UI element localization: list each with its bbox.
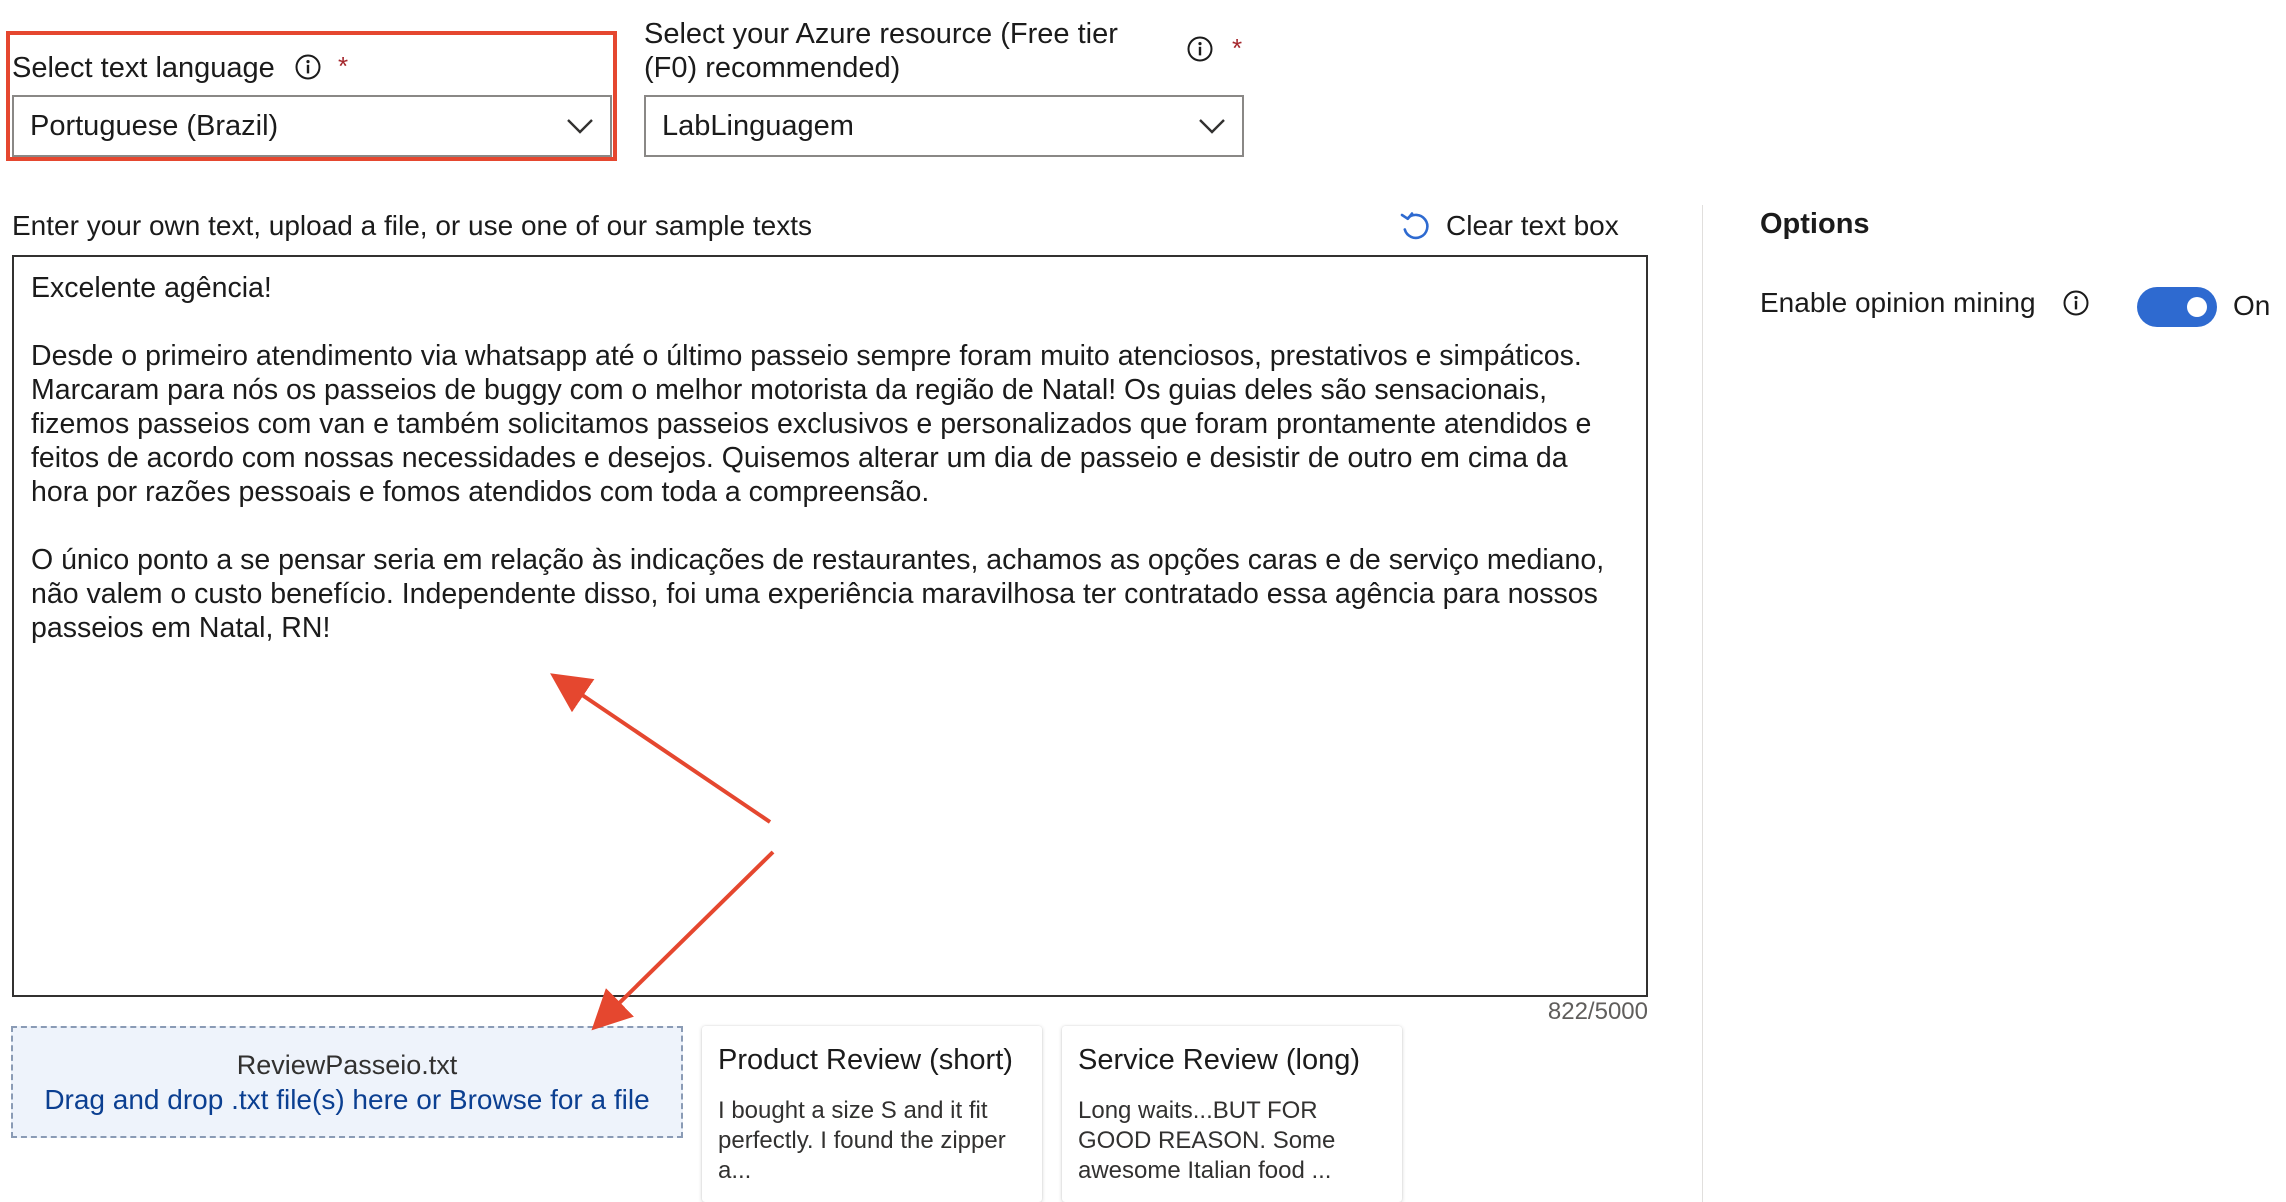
sample-card-preview: I bought a size S and it fit perfectly. …: [718, 1097, 1006, 1184]
resource-select[interactable]: LabLinguagem: [644, 95, 1244, 157]
chevron-down-icon: [567, 119, 593, 134]
opinion-mining-toggle[interactable]: [2137, 287, 2217, 327]
input-section-label: Enter your own text, upload a file, or u…: [12, 210, 812, 241]
language-studio-page: Select text language * Portuguese (Brazi…: [0, 0, 2286, 1202]
sample-card-service-review[interactable]: Service Review (long) Long waits...BUT F…: [1062, 1026, 1402, 1202]
resource-select-value: LabLinguagem: [662, 109, 854, 142]
panel-divider: [1702, 205, 1703, 1202]
clear-text-button[interactable]: Clear text box: [1398, 206, 1619, 246]
sample-card-title: Product Review (short): [718, 1044, 1013, 1076]
uploaded-file-name: ReviewPasseio.txt: [236, 1050, 458, 1080]
info-icon[interactable]: [1187, 36, 1213, 62]
opinion-mining-state: On: [2233, 290, 2271, 321]
language-field-label: Select text language: [12, 52, 275, 84]
language-select[interactable]: Portuguese (Brazil): [12, 95, 612, 157]
language-select-value: Portuguese (Brazil): [30, 109, 279, 142]
text-input-area[interactable]: Excelente agência! Desde o primeiro aten…: [12, 255, 1648, 997]
options-title: Options: [1760, 208, 1870, 240]
chevron-down-icon: [1199, 119, 1225, 134]
info-icon[interactable]: [295, 54, 321, 80]
sample-card-title: Service Review (long): [1078, 1044, 1361, 1076]
character-count: 822/5000: [1547, 998, 1648, 1025]
toggle-knob: [2187, 297, 2207, 317]
opinion-mining-label: Enable opinion mining: [1760, 287, 2036, 318]
resource-field-label-line1: Select your Azure resource (Free tier: [644, 18, 1118, 50]
sample-card-product-review[interactable]: Product Review (short) I bought a size S…: [702, 1026, 1042, 1202]
info-icon[interactable]: [2063, 290, 2089, 316]
sample-card-preview: Long waits...BUT FOR GOOD REASON. Some a…: [1078, 1097, 1336, 1184]
resource-field-label-line2: (F0) recommended): [644, 52, 901, 84]
browse-file-link[interactable]: Drag and drop .txt file(s) here or Brows…: [13, 1084, 681, 1116]
file-dropzone[interactable]: ReviewPasseio.txt Drag and drop .txt fil…: [11, 1026, 683, 1138]
required-indicator: *: [338, 51, 349, 81]
undo-icon: [1400, 212, 1429, 240]
clear-text-label: Clear text box: [1446, 210, 1619, 241]
required-indicator: *: [1232, 33, 1243, 63]
